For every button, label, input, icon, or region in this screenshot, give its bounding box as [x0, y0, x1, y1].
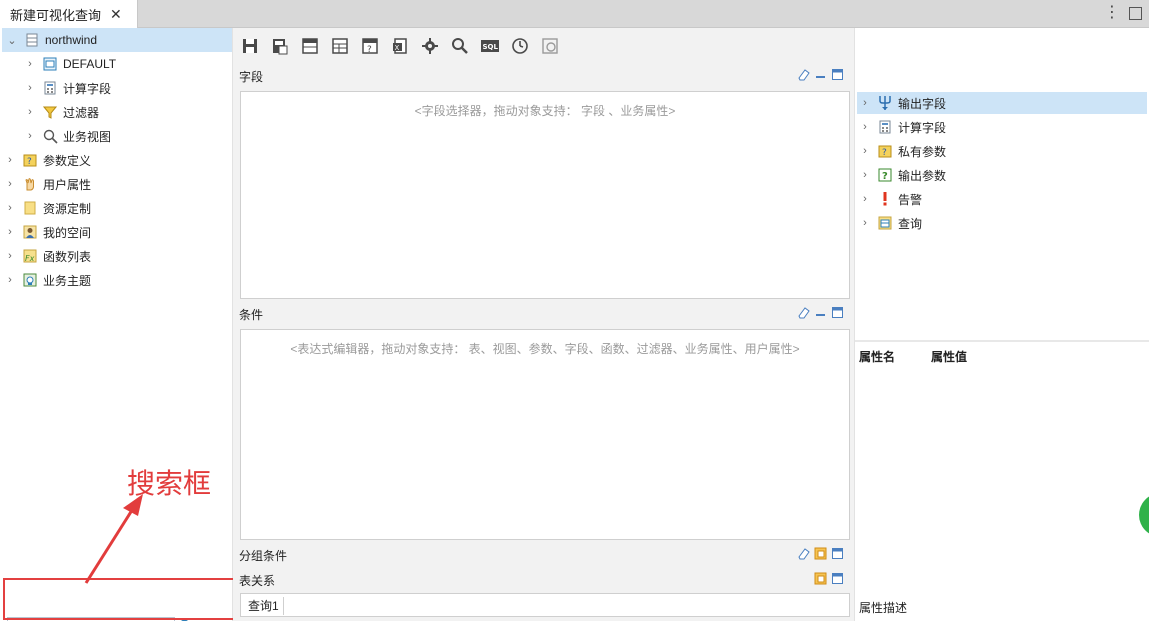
- search-icon[interactable]: [449, 35, 471, 57]
- eraser-icon[interactable]: [797, 547, 810, 560]
- save-as-icon[interactable]: [269, 35, 291, 57]
- outline-item-output-fields[interactable]: › 输出字段: [857, 92, 1147, 114]
- chevron-right-icon[interactable]: ›: [859, 217, 871, 229]
- settings-icon[interactable]: [419, 35, 441, 57]
- maximize-icon[interactable]: [831, 547, 844, 560]
- cache-icon[interactable]: [539, 35, 561, 57]
- expression-editor-area[interactable]: <表达式编辑器，拖动对象支持： 表、视图、参数、字段、函数、过滤器、业务属性、用…: [240, 329, 850, 540]
- query-tab-bar: 查询1: [240, 593, 850, 617]
- toolbar: ? X SQL: [239, 34, 569, 58]
- property-description-label: 属性描述: [859, 601, 908, 615]
- relations-actions: [814, 572, 844, 585]
- chevron-right-icon[interactable]: ›: [859, 121, 871, 133]
- alert-icon: [877, 192, 893, 207]
- svg-text:SQL: SQL: [483, 43, 499, 51]
- outline-item-label: 输出字段: [898, 96, 947, 111]
- maximize-icon[interactable]: [831, 306, 844, 319]
- restore-icon[interactable]: [814, 547, 827, 560]
- table-layout-icon[interactable]: [329, 35, 351, 57]
- sql-icon[interactable]: SQL: [479, 35, 501, 57]
- fields-actions: [797, 68, 844, 81]
- minimize-icon[interactable]: [814, 68, 827, 81]
- section-title-fields: 字段: [239, 70, 264, 84]
- outline-item-private-parameters[interactable]: › ? 私有参数: [857, 140, 1147, 162]
- annotation-arrow: [84, 494, 143, 584]
- eraser-icon[interactable]: [797, 306, 810, 319]
- chevron-right-icon[interactable]: ›: [859, 169, 871, 181]
- query-icon: [877, 216, 893, 231]
- outline-item-query[interactable]: › 查询: [857, 212, 1147, 234]
- restore-icon[interactable]: [814, 572, 827, 585]
- outline-item-label: 输出参数: [898, 168, 947, 183]
- output-parameter-icon: ?: [877, 168, 893, 183]
- section-title-group: 分组条件: [239, 549, 288, 563]
- svg-text:?: ?: [882, 171, 888, 182]
- chevron-right-icon[interactable]: ›: [859, 145, 871, 157]
- outline-item-label: 私有参数: [898, 144, 947, 159]
- property-name-header: 属性名: [859, 350, 896, 364]
- minimize-icon[interactable]: [814, 306, 827, 319]
- eraser-icon[interactable]: [797, 68, 810, 81]
- field-selector-area[interactable]: <字段选择器，拖动对象支持： 字段 、业务属性>: [240, 91, 850, 299]
- field-selector-placeholder: <字段选择器，拖动对象支持： 字段 、业务属性>: [414, 104, 676, 118]
- clock-icon[interactable]: [509, 35, 531, 57]
- svg-text:?: ?: [882, 148, 887, 158]
- section-title-relations: 表关系: [239, 574, 276, 588]
- chevron-right-icon[interactable]: ›: [859, 193, 871, 205]
- outline-item-output-parameters[interactable]: › ? 输出参数: [857, 164, 1147, 186]
- section-title-conditions: 条件: [239, 308, 264, 322]
- chevron-right-icon[interactable]: ›: [859, 97, 871, 109]
- outline-item-calculated-fields[interactable]: › 计算字段: [857, 116, 1147, 138]
- outline-panel: › 输出字段 › 计算字段 › ? 私有参数 › ? 输出参数 › 告警 › 查…: [854, 28, 1149, 621]
- more-menu-icon[interactable]: ⋮: [1104, 4, 1120, 22]
- svg-text:?: ?: [367, 45, 372, 55]
- export-excel-icon[interactable]: X: [389, 35, 411, 57]
- query-designer: ? X SQL 字段 <字段选择器，拖动对象支持： 字段 、业务属性> 条件 <…: [233, 28, 854, 621]
- maximize-icon[interactable]: [1129, 7, 1142, 20]
- parameter-icon: ?: [877, 144, 893, 159]
- save-icon[interactable]: [239, 35, 261, 57]
- output-field-icon: [877, 96, 893, 111]
- parameter-layout-icon[interactable]: ?: [359, 35, 381, 57]
- outline-item-label: 计算字段: [898, 120, 947, 135]
- outline-item-alerts[interactable]: › 告警: [857, 188, 1147, 210]
- properties-divider: [855, 340, 1149, 342]
- group-actions: [797, 547, 844, 560]
- query-tab[interactable]: 查询1: [244, 597, 284, 615]
- svg-text:X: X: [395, 44, 400, 52]
- expression-editor-placeholder: <表达式编辑器，拖动对象支持： 表、视图、参数、字段、函数、过滤器、业务属性、用…: [290, 342, 800, 356]
- layout-icon[interactable]: [299, 35, 321, 57]
- outline-item-label: 告警: [898, 192, 923, 207]
- property-value-header: 属性值: [931, 350, 968, 364]
- conditions-actions: [797, 306, 844, 319]
- maximize-icon[interactable]: [831, 68, 844, 81]
- maximize-icon[interactable]: [831, 572, 844, 585]
- outline-item-label: 查询: [898, 216, 923, 231]
- calculator-icon: [877, 120, 893, 135]
